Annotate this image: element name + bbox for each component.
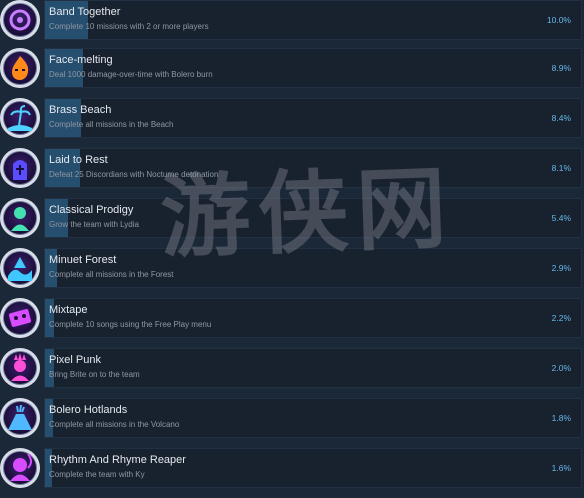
- unlock-percentage: 5.4%: [551, 213, 571, 223]
- achievement-row[interactable]: Bolero Hotlands Complete all missions in…: [0, 398, 584, 448]
- unlock-percentage: 1.8%: [551, 413, 571, 423]
- cassette-icon: [0, 298, 40, 338]
- achievement-title: Pixel Punk: [49, 354, 101, 366]
- achievement-card: Minuet Forest Complete all missions in t…: [44, 248, 582, 288]
- unlock-percentage: 1.6%: [551, 463, 571, 473]
- achievement-title: Laid to Rest: [49, 154, 108, 166]
- achievement-card: Mixtape Complete 10 songs using the Free…: [44, 298, 582, 338]
- character-icon: [0, 198, 40, 238]
- forest-wave-icon: [0, 248, 40, 288]
- palm-island-icon: [0, 98, 40, 138]
- achievement-title: Band Together: [49, 6, 121, 18]
- achievement-card: Face-melting Deal 1000 damage-over-time …: [44, 48, 582, 88]
- punk-character-icon: [0, 348, 40, 388]
- achievement-card: Bolero Hotlands Complete all missions in…: [44, 398, 582, 438]
- unlock-percentage: 8.9%: [551, 63, 571, 73]
- achievement-title: Classical Prodigy: [49, 204, 134, 216]
- achievement-description: Defeat 25 Discordians with Nocturne deto…: [49, 170, 219, 179]
- achievement-row[interactable]: Band Together Complete 10 missions with …: [0, 0, 584, 50]
- achievement-row[interactable]: Pixel Punk Bring Brite on to the team 2.…: [0, 348, 584, 398]
- achievement-card: Laid to Rest Defeat 25 Discordians with …: [44, 148, 582, 188]
- achievement-title: Rhythm And Rhyme Reaper: [49, 454, 186, 466]
- unlock-percentage: 10.0%: [546, 15, 571, 25]
- achievement-description: Complete 10 songs using the Free Play me…: [49, 320, 212, 329]
- achievement-row[interactable]: Classical Prodigy Grow the team with Lyd…: [0, 198, 584, 248]
- achievement-description: Complete all missions in the Volcano: [49, 420, 180, 429]
- achievement-description: Grow the team with Lydia: [49, 220, 139, 229]
- achievement-row[interactable]: Brass Beach Complete all missions in the…: [0, 98, 584, 148]
- reaper-icon: [0, 448, 40, 488]
- band-icon: [0, 0, 40, 40]
- achievement-row[interactable]: Mixtape Complete 10 songs using the Free…: [0, 298, 584, 348]
- achievement-title: Bolero Hotlands: [49, 404, 128, 416]
- achievement-card: Band Together Complete 10 missions with …: [44, 0, 582, 40]
- achievement-description: Complete 10 missions with 2 or more play…: [49, 22, 209, 31]
- achievement-row[interactable]: Face-melting Deal 1000 damage-over-time …: [0, 48, 584, 98]
- unlock-percentage: 2.0%: [551, 363, 571, 373]
- achievement-row[interactable]: Minuet Forest Complete all missions in t…: [0, 248, 584, 298]
- achievement-description: Bring Brite on to the team: [49, 370, 140, 379]
- volcano-icon: [0, 398, 40, 438]
- achievement-title: Face-melting: [49, 54, 113, 66]
- tombstone-icon: [0, 148, 40, 188]
- achievement-description: Complete the team with Ky: [49, 470, 145, 479]
- flame-face-icon: [0, 48, 40, 88]
- unlock-percentage: 8.4%: [551, 113, 571, 123]
- achievement-description: Complete all missions in the Beach: [49, 120, 174, 129]
- achievement-card: Brass Beach Complete all missions in the…: [44, 98, 582, 138]
- unlock-percentage: 2.9%: [551, 263, 571, 273]
- achievement-card: Rhythm And Rhyme Reaper Complete the tea…: [44, 448, 582, 488]
- achievement-description: Complete all missions in the Forest: [49, 270, 174, 279]
- achievement-description: Deal 1000 damage-over-time with Bolero b…: [49, 70, 213, 79]
- achievement-row[interactable]: Laid to Rest Defeat 25 Discordians with …: [0, 148, 584, 198]
- achievement-row[interactable]: Rhythm And Rhyme Reaper Complete the tea…: [0, 448, 584, 498]
- achievement-title: Mixtape: [49, 304, 88, 316]
- achievement-card: Pixel Punk Bring Brite on to the team 2.…: [44, 348, 582, 388]
- achievement-title: Minuet Forest: [49, 254, 117, 266]
- achievement-card: Classical Prodigy Grow the team with Lyd…: [44, 198, 582, 238]
- unlock-percentage: 2.2%: [551, 313, 571, 323]
- achievement-title: Brass Beach: [49, 104, 112, 116]
- unlock-percentage: 8.1%: [551, 163, 571, 173]
